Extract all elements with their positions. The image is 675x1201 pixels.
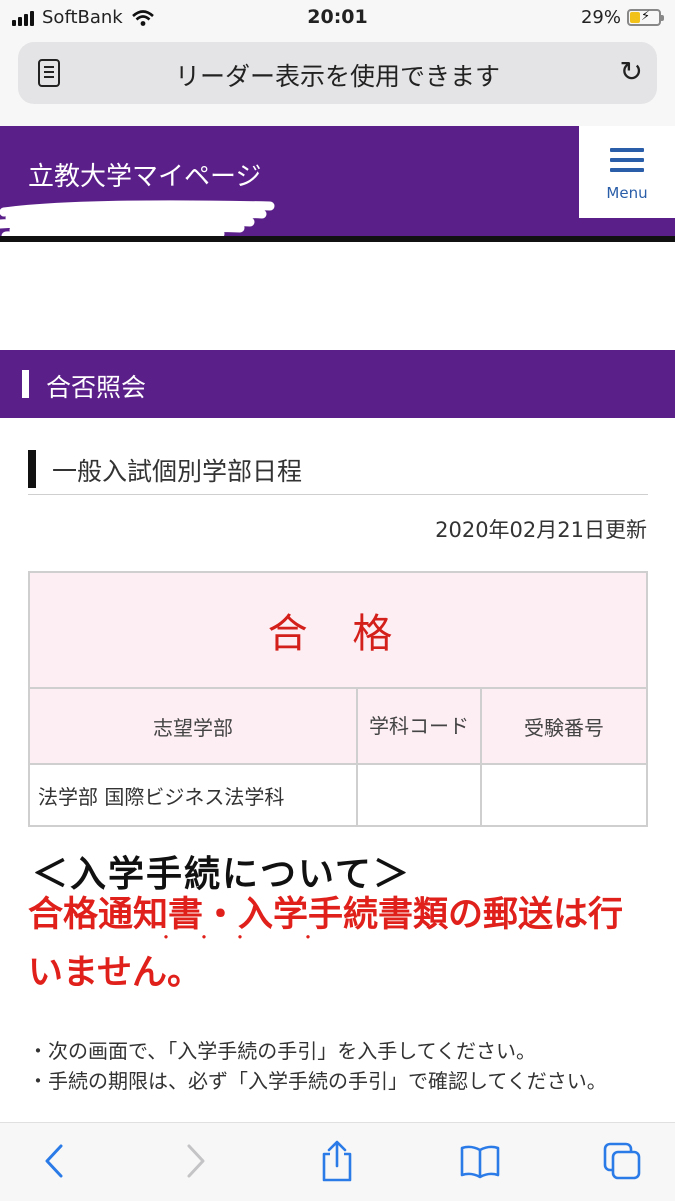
- column-header-faculty: 志望学部: [28, 687, 358, 765]
- address-bar-text[interactable]: リーダー表示を使用できます: [18, 57, 657, 93]
- browser-toolbar: [0, 1122, 675, 1201]
- site-title[interactable]: 立教大学マイページ: [28, 156, 261, 193]
- section-bar: 合否照会: [0, 350, 675, 418]
- faculty-cell: 法学部 国際ビジネス法学科: [28, 763, 358, 827]
- hamburger-icon: [610, 148, 644, 178]
- pass-status: 合 格: [28, 571, 648, 689]
- forward-icon: [187, 1144, 205, 1178]
- column-header-dept-code: 学科コード: [356, 687, 482, 765]
- column-header-exam-number: 受験番号: [480, 687, 648, 765]
- menu-label: Menu: [606, 184, 648, 202]
- status-bar: SoftBank 20:01 29% ⚡: [0, 0, 675, 36]
- menu-button[interactable]: Menu: [579, 126, 675, 218]
- browser-address-area: リーダー表示を使用できます ↻: [0, 36, 675, 128]
- heading-marker: [28, 450, 36, 488]
- list-item: ・手続の期限は、必ず「入学手続の手引」で確認してください。: [28, 1069, 607, 1093]
- section-marker: [22, 370, 29, 398]
- clock: 20:01: [307, 6, 368, 28]
- reload-icon[interactable]: ↻: [620, 55, 643, 88]
- list-item: ・次の画面で、「入学手続の手引」を入手してください。: [28, 1039, 536, 1063]
- redaction-scribble: [0, 200, 275, 238]
- exam-type-title: 一般入試個別学部日程: [52, 457, 303, 486]
- procedure-bullets: ・次の画面で、「入学手続の手引」を入手してください。 ・手続の期限は、必ず「入学…: [28, 1036, 648, 1096]
- forward-button[interactable]: [166, 1137, 226, 1185]
- result-table: 合 格 志望学部 学科コード 受験番号 法学部 国際ビジネス法学科: [28, 571, 648, 827]
- share-button[interactable]: [307, 1137, 367, 1185]
- tabs-icon: [603, 1142, 641, 1180]
- emphasis-dot: ・: [196, 928, 213, 947]
- emphasis-dot: ・: [300, 928, 317, 947]
- battery-percent: 29%: [580, 7, 621, 28]
- section-title: 合否照会: [46, 373, 147, 402]
- exam-number-cell: [480, 763, 648, 827]
- share-icon: [322, 1140, 352, 1182]
- back-icon: [45, 1144, 63, 1178]
- bookmarks-button[interactable]: [450, 1137, 510, 1185]
- back-button[interactable]: [24, 1137, 84, 1185]
- header-divider: [0, 236, 675, 242]
- dept-code-cell: [356, 763, 482, 827]
- emphasis-dot: ・: [232, 928, 249, 947]
- tabs-button[interactable]: [592, 1137, 652, 1185]
- bookmarks-icon: [460, 1145, 500, 1179]
- emphasis-dot: ・: [158, 928, 175, 947]
- status-right: 29% ⚡: [580, 7, 664, 28]
- procedure-notice: 合格通知書・入学手続書類の郵送は行いません。: [28, 895, 624, 993]
- exam-type-heading: 一般入試個別学部日程: [28, 448, 648, 495]
- battery-icon: ⚡: [627, 9, 664, 26]
- updated-date: 2020年02月21日更新: [435, 518, 647, 542]
- site-header: 立教大学マイページ Menu: [0, 126, 675, 238]
- table-row: 法学部 国際ビジネス法学科: [28, 763, 648, 827]
- address-bar[interactable]: リーダー表示を使用できます ↻: [18, 42, 657, 104]
